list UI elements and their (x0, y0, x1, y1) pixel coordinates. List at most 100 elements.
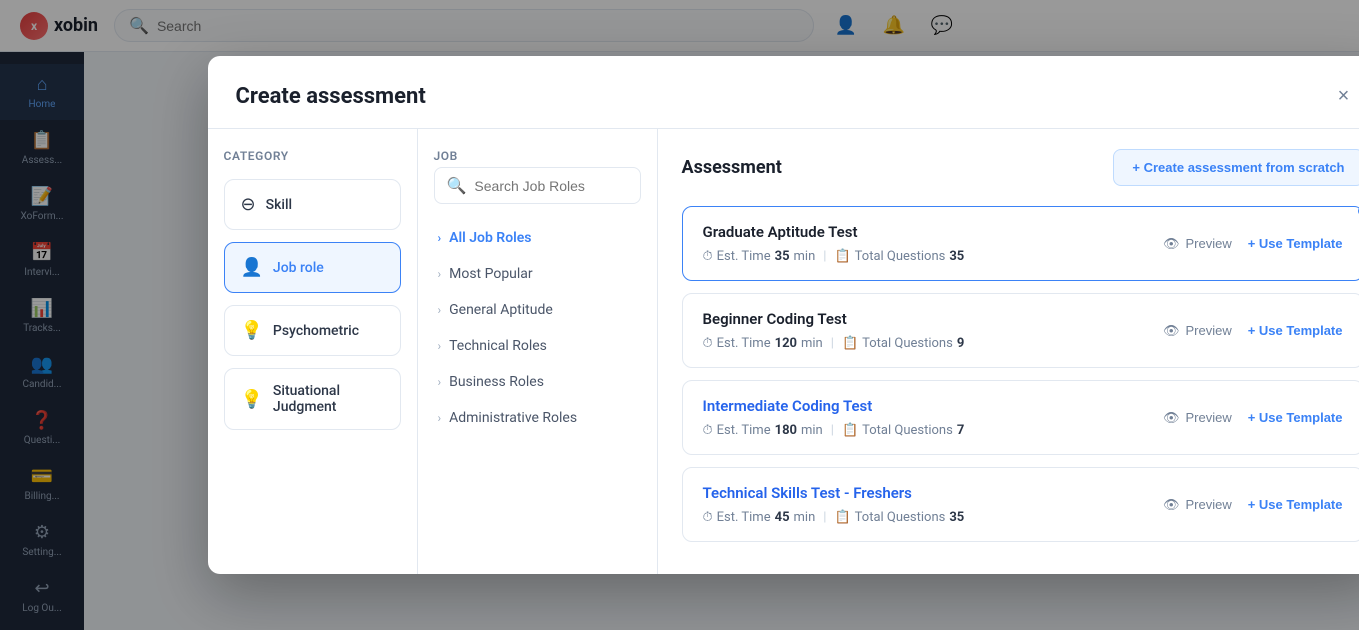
total-q-freshers: 📋 Total Questions 35 (834, 510, 964, 525)
card-left-intermediate: Intermediate Coding Test ⏱ Est. Time 180… (703, 397, 965, 438)
chevron-technical-icon: › (438, 339, 442, 353)
use-template-button-freshers[interactable]: + Use Template (1248, 497, 1343, 512)
card-name-graduate: Graduate Aptitude Test (703, 223, 965, 241)
job-item-all[interactable]: › All Job Roles (434, 220, 641, 256)
category-label: Category (224, 149, 401, 163)
card-left-beginner: Beginner Coding Test ⏱ Est. Time 120 min… (703, 310, 965, 351)
min-label-graduate: min (794, 249, 816, 264)
est-time-beginner: ⏱ Est. Time 120 min (703, 336, 823, 351)
modal-close-button[interactable]: × (1328, 80, 1359, 112)
card-meta-beginner: ⏱ Est. Time 120 min | 📋 Total Questions … (703, 336, 965, 351)
total-q-label-freshers: Total Questions (855, 510, 946, 525)
assessment-card-beginner-coding: Beginner Coding Test ⏱ Est. Time 120 min… (682, 293, 1359, 368)
create-assessment-modal: Create assessment × Category ⊖ Skill 👤 J… (208, 56, 1359, 574)
total-q-value-beginner: 9 (957, 336, 964, 351)
card-left-graduate: Graduate Aptitude Test ⏱ Est. Time 35 mi… (703, 223, 965, 264)
calendar-icon-intermediate: 📋 (842, 423, 858, 438)
divider-beginner: | (831, 336, 834, 351)
clock-icon-graduate: ⏱ (703, 249, 713, 264)
chevron-aptitude-icon: › (438, 303, 442, 317)
total-q-label-intermediate: Total Questions (862, 423, 953, 438)
assessment-card-graduate-aptitude: Graduate Aptitude Test ⏱ Est. Time 35 mi… (682, 206, 1359, 281)
preview-button-graduate[interactable]: 👁 Preview (1163, 236, 1232, 252)
preview-icon-intermediate: 👁 (1163, 410, 1180, 426)
est-time-label-beginner: Est. Time (717, 336, 771, 351)
card-name-intermediate: Intermediate Coding Test (703, 397, 965, 415)
est-time-intermediate: ⏱ Est. Time 180 min (703, 423, 823, 438)
clock-icon-intermediate: ⏱ (703, 423, 713, 438)
card-actions-intermediate: 👁 Preview + Use Template (1163, 410, 1343, 426)
chevron-all-icon: › (438, 231, 442, 245)
category-situational-judgment-label: Situational Judgment (273, 383, 384, 415)
category-panel: Category ⊖ Skill 👤 Job role 💡 Psychometr… (208, 129, 418, 574)
clock-icon-beginner: ⏱ (703, 336, 713, 351)
job-item-business-roles[interactable]: › Business Roles (434, 364, 641, 400)
preview-label-freshers: Preview (1185, 497, 1231, 512)
category-skill[interactable]: ⊖ Skill (224, 179, 401, 230)
preview-button-freshers[interactable]: 👁 Preview (1163, 497, 1232, 513)
card-actions-freshers: 👁 Preview + Use Template (1163, 497, 1343, 513)
job-item-admin-label: Administrative Roles (449, 410, 577, 426)
create-from-scratch-button[interactable]: + Create assessment from scratch (1113, 149, 1359, 186)
job-item-business-label: Business Roles (449, 374, 544, 390)
assessment-card-intermediate-coding: Intermediate Coding Test ⏱ Est. Time 180… (682, 380, 1359, 455)
job-item-most-popular[interactable]: › Most Popular (434, 256, 641, 292)
est-time-graduate: ⏱ Est. Time 35 min (703, 249, 816, 264)
job-panel: Job 🔍 › All Job Roles › Most Popular › G… (418, 129, 658, 574)
assessment-card-technical-freshers: Technical Skills Test - Freshers ⏱ Est. … (682, 467, 1359, 542)
job-search-input[interactable] (474, 178, 627, 194)
chevron-business-icon: › (438, 375, 442, 389)
est-time-label-freshers: Est. Time (717, 510, 771, 525)
category-psychometric-label: Psychometric (273, 323, 359, 339)
card-actions-graduate: 👁 Preview + Use Template (1163, 236, 1343, 252)
assessment-panel: Assessment + Create assessment from scra… (658, 129, 1359, 574)
est-time-value-beginner: 120 (775, 336, 797, 351)
card-name-beginner: Beginner Coding Test (703, 310, 965, 328)
use-template-button-graduate[interactable]: + Use Template (1248, 236, 1343, 251)
calendar-icon-beginner: 📋 (842, 336, 858, 351)
card-actions-beginner: 👁 Preview + Use Template (1163, 323, 1343, 339)
est-time-label-graduate: Est. Time (717, 249, 771, 264)
job-label: Job (434, 149, 641, 163)
total-q-value-graduate: 35 (949, 249, 964, 264)
modal-body: Category ⊖ Skill 👤 Job role 💡 Psychometr… (208, 129, 1359, 574)
min-label-beginner: min (801, 336, 823, 351)
assessment-header: Assessment + Create assessment from scra… (682, 149, 1359, 186)
total-q-beginner: 📋 Total Questions 9 (842, 336, 964, 351)
assessment-list: Graduate Aptitude Test ⏱ Est. Time 35 mi… (682, 206, 1359, 554)
assessment-panel-title: Assessment (682, 157, 782, 178)
total-q-intermediate: 📋 Total Questions 7 (842, 423, 964, 438)
category-job-role[interactable]: 👤 Job role (224, 242, 401, 293)
clock-icon-freshers: ⏱ (703, 510, 713, 525)
preview-button-beginner[interactable]: 👁 Preview (1163, 323, 1232, 339)
divider-graduate: | (823, 249, 826, 264)
modal-header: Create assessment × (208, 56, 1359, 129)
job-item-popular-label: Most Popular (449, 266, 533, 282)
est-time-label-intermediate: Est. Time (717, 423, 771, 438)
est-time-value-graduate: 35 (775, 249, 790, 264)
situational-judgment-icon: 💡 (241, 389, 263, 410)
card-meta-graduate: ⏱ Est. Time 35 min | 📋 Total Questions 3… (703, 249, 965, 264)
min-label-intermediate: min (801, 423, 823, 438)
job-item-technical-roles[interactable]: › Technical Roles (434, 328, 641, 364)
est-time-freshers: ⏱ Est. Time 45 min (703, 510, 816, 525)
use-template-button-beginner[interactable]: + Use Template (1248, 323, 1343, 338)
job-role-icon: 👤 (241, 257, 263, 278)
chevron-popular-icon: › (438, 267, 442, 281)
skill-icon: ⊖ (241, 194, 256, 215)
category-psychometric[interactable]: 💡 Psychometric (224, 305, 401, 356)
card-meta-intermediate: ⏱ Est. Time 180 min | 📋 Total Questions … (703, 423, 965, 438)
job-search-wrap[interactable]: 🔍 (434, 167, 641, 204)
preview-label-graduate: Preview (1185, 236, 1231, 251)
card-meta-freshers: ⏱ Est. Time 45 min | 📋 Total Questions 3… (703, 510, 965, 525)
card-name-freshers: Technical Skills Test - Freshers (703, 484, 965, 502)
calendar-icon-freshers: 📋 (834, 510, 850, 525)
category-situational-judgment[interactable]: 💡 Situational Judgment (224, 368, 401, 430)
chevron-admin-icon: › (438, 411, 442, 425)
job-item-general-aptitude[interactable]: › General Aptitude (434, 292, 641, 328)
psychometric-icon: 💡 (241, 320, 263, 341)
preview-button-intermediate[interactable]: 👁 Preview (1163, 410, 1232, 426)
use-template-button-intermediate[interactable]: + Use Template (1248, 410, 1343, 425)
card-left-freshers: Technical Skills Test - Freshers ⏱ Est. … (703, 484, 965, 525)
job-item-administrative-roles[interactable]: › Administrative Roles (434, 400, 641, 436)
